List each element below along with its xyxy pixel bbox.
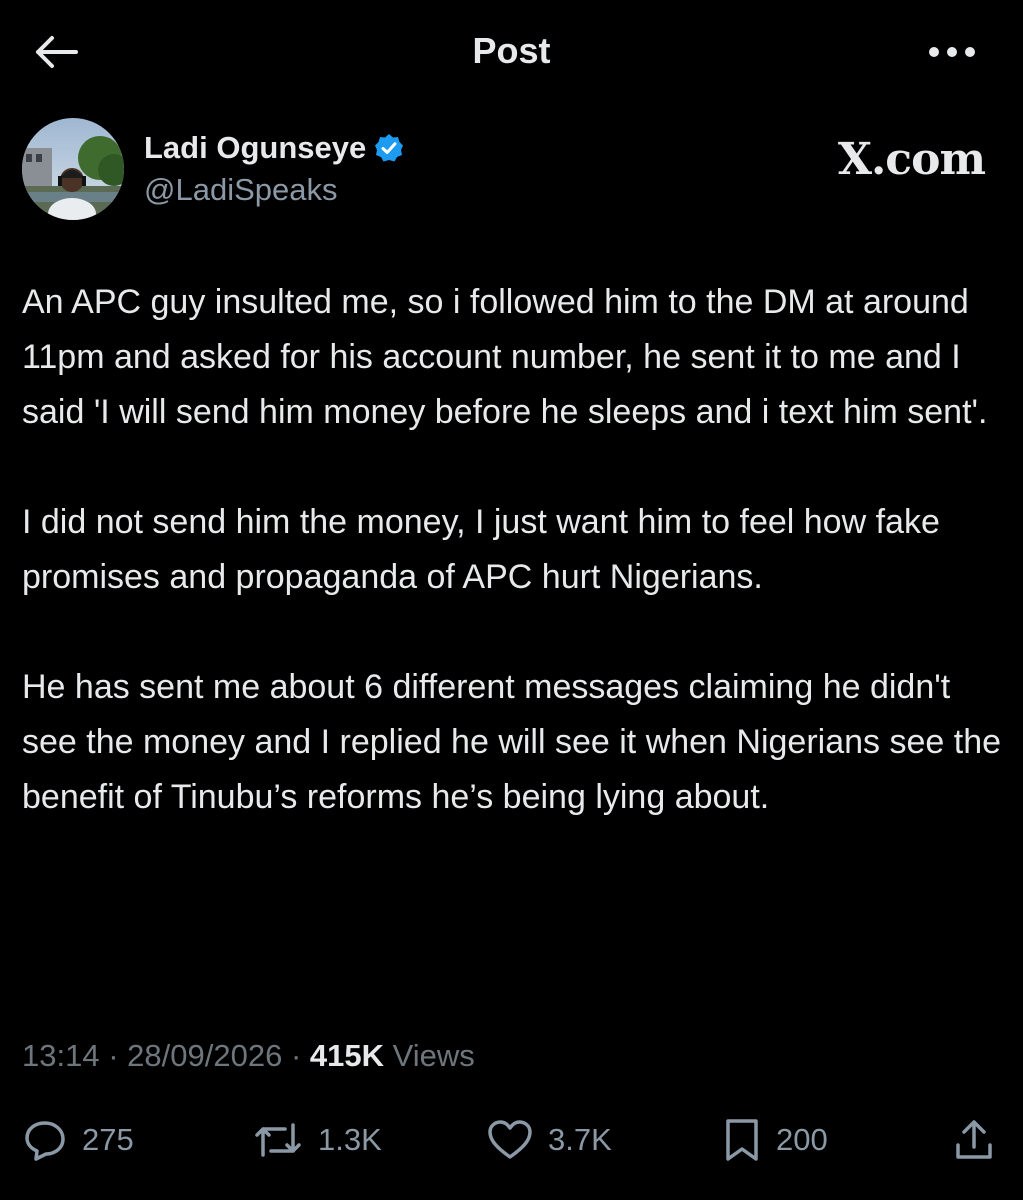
post-date: 28/09/2026 — [127, 1038, 283, 1073]
post-time: 13:14 — [22, 1038, 100, 1073]
repost-count: 1.3K — [318, 1122, 382, 1157]
watermark: X.com — [837, 134, 986, 185]
share-button[interactable] — [952, 1110, 996, 1170]
verified-badge-icon — [375, 134, 404, 162]
reply-button[interactable]: 275 — [22, 1110, 134, 1170]
heart-icon — [488, 1120, 532, 1159]
post-paragraph: He has sent me about 6 different message… — [22, 668, 1002, 816]
like-count: 3.7K — [548, 1122, 612, 1157]
author-name[interactable]: Ladi Ogunseye — [144, 130, 366, 166]
bookmark-icon — [726, 1119, 758, 1161]
views-count[interactable]: 415K — [310, 1038, 384, 1073]
post-meta: 13:14 · 28/09/2026 · 415K Views — [22, 1038, 475, 1074]
more-horizontal-icon — [929, 47, 975, 57]
views-label: Views — [392, 1038, 475, 1073]
bookmark-count: 200 — [776, 1122, 828, 1157]
share-icon — [956, 1120, 992, 1159]
avatar-photo — [22, 118, 124, 220]
reply-icon — [25, 1121, 65, 1161]
author-name-row: Ladi Ogunseye — [144, 130, 404, 166]
post-paragraph: I did not send him the money, I just wan… — [22, 503, 940, 596]
post-paragraph: An APC guy insulted me, so i followed hi… — [22, 283, 988, 431]
bookmark-button[interactable]: 200 — [722, 1110, 828, 1170]
author-handle[interactable]: @LadiSpeaks — [144, 172, 337, 208]
post-text: An APC guy insulted me, so i followed hi… — [22, 275, 1007, 880]
repost-button[interactable]: 1.3K — [252, 1110, 382, 1170]
reply-count: 275 — [82, 1122, 134, 1157]
like-button[interactable]: 3.7K — [486, 1110, 612, 1170]
top-bar: Post — [0, 0, 1023, 104]
avatar[interactable] — [22, 118, 124, 220]
more-button[interactable] — [927, 40, 977, 64]
action-bar: 275 1.3K 3.7K 200 — [22, 1110, 1002, 1170]
repost-icon — [255, 1123, 301, 1157]
meta-separator: · — [108, 1038, 119, 1073]
page-title: Post — [472, 30, 551, 71]
meta-separator: · — [290, 1038, 302, 1073]
